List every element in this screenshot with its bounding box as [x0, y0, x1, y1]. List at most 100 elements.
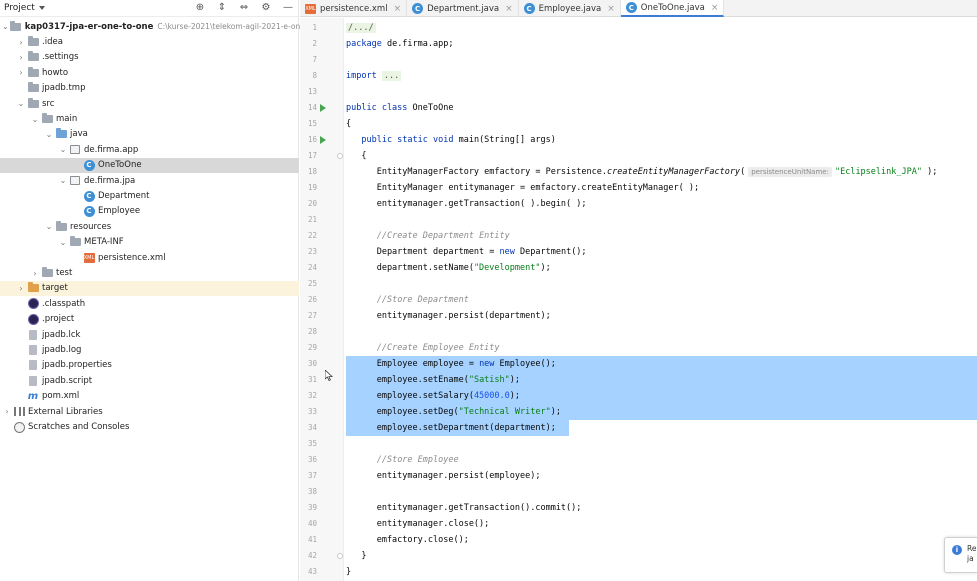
line-number[interactable]: 1 — [300, 23, 317, 32]
line-number[interactable]: 19 — [300, 183, 317, 192]
line-number[interactable]: 33 — [300, 407, 317, 416]
chevron-down-icon[interactable]: ⌄ — [44, 129, 54, 139]
code-line[interactable]: EntityManagerFactory emfactory = Persist… — [346, 164, 937, 180]
line-number[interactable]: 31 — [300, 375, 317, 384]
tree-item[interactable]: ⌄ src — [0, 96, 299, 111]
line-number[interactable]: 40 — [300, 519, 317, 528]
code-line[interactable]: employee.setDeg("Technical Writer"); — [346, 404, 561, 420]
line-number[interactable]: 37 — [300, 471, 317, 480]
code-line[interactable]: //Store Employee — [346, 452, 459, 468]
code-line[interactable]: { — [346, 116, 351, 132]
line-number[interactable]: 24 — [300, 263, 317, 272]
line-number[interactable]: 8 — [300, 71, 317, 80]
code-editor[interactable]: 1 2 7 8 13 14 15 16 17 18 19 20 21 22 23 24 25 26 27 28 29 30… — [300, 18, 977, 581]
tree-item[interactable]: XML persistence.xml — [0, 250, 299, 265]
line-number[interactable]: 34 — [300, 423, 317, 432]
run-gutter-icon[interactable] — [320, 104, 326, 112]
code-line[interactable]: Department department = new Department()… — [346, 244, 587, 260]
code-line[interactable]: //Store Department — [346, 292, 469, 308]
chevron-right-icon[interactable]: › — [16, 37, 26, 47]
line-number[interactable]: 42 — [300, 551, 317, 560]
chevron-down-icon[interactable]: ⌄ — [58, 145, 68, 155]
tree-item[interactable]: › target — [0, 280, 299, 297]
line-number[interactable]: 35 — [300, 439, 317, 448]
tree-item[interactable]: › External Libraries — [0, 404, 299, 419]
code-line[interactable]: public static void main(String[] args) — [346, 132, 555, 148]
expand-all-icon[interactable]: ⇔ — [238, 2, 250, 14]
code-line[interactable]: //Create Employee Entity — [346, 340, 500, 356]
code-line[interactable]: /.../ — [346, 20, 376, 36]
chevron-right-icon[interactable]: › — [2, 407, 12, 417]
tree-item[interactable]: jpadb.log — [0, 342, 299, 357]
chevron-right-icon[interactable]: › — [16, 283, 26, 293]
editor-tab[interactable]: C Employee.java × — [519, 0, 621, 17]
tree-item[interactable]: C OneToOne — [0, 157, 299, 173]
tree-item[interactable]: ⌄ META-INF — [0, 235, 299, 250]
code-line[interactable]: entitymanager.close(); — [346, 516, 490, 532]
line-number[interactable]: 14 — [300, 103, 317, 112]
tree-item[interactable]: › .settings — [0, 50, 299, 65]
fold-marker-icon[interactable] — [337, 553, 343, 559]
tree-item[interactable]: Scratches and Consoles — [0, 419, 299, 434]
line-number[interactable]: 16 — [300, 135, 317, 144]
editor-tab[interactable]: XML persistence.xml × — [300, 0, 408, 17]
line-number[interactable]: 18 — [300, 167, 317, 176]
line-number[interactable]: 20 — [300, 199, 317, 208]
line-number[interactable]: 17 — [300, 151, 317, 160]
tree-item[interactable]: .project — [0, 312, 299, 327]
line-number[interactable]: 32 — [300, 391, 317, 400]
tree-item[interactable]: jpadb.tmp — [0, 81, 299, 96]
line-number[interactable]: 7 — [300, 55, 317, 64]
code-line[interactable]: { — [346, 148, 366, 164]
code-line[interactable]: entitymanager.persist(department); — [346, 308, 551, 324]
tree-item[interactable]: jpadb.lck — [0, 327, 299, 342]
gear-icon[interactable]: ⚙ — [260, 2, 272, 14]
tree-item[interactable]: ⌄ main — [0, 111, 299, 126]
code-line[interactable]: } — [346, 564, 351, 580]
tree-item[interactable]: › .idea — [0, 34, 299, 49]
close-icon[interactable]: × — [711, 3, 719, 13]
editor-tab[interactable]: C Department.java × — [407, 0, 519, 17]
tree-item[interactable]: ⌄ resources — [0, 219, 299, 234]
project-view-selector[interactable]: Project — [4, 3, 35, 13]
code-line[interactable]: package de.firma.app; — [346, 36, 453, 52]
chevron-right-icon[interactable]: › — [30, 268, 40, 278]
collapse-all-icon[interactable]: ⇕ — [216, 2, 228, 14]
line-number[interactable]: 39 — [300, 503, 317, 512]
tree-item[interactable]: › test — [0, 265, 299, 280]
code-line[interactable]: //Create Department Entity — [346, 228, 510, 244]
chevron-down-icon[interactable]: ⌄ — [58, 237, 68, 247]
line-number[interactable]: 38 — [300, 487, 317, 496]
chevron-down-icon[interactable]: ⌄ — [44, 222, 54, 232]
line-number[interactable]: 43 — [300, 567, 317, 576]
code-line[interactable]: EntityManager entitymanager = emfactory.… — [346, 180, 699, 196]
code-line[interactable]: entitymanager.getTransaction().commit(); — [346, 500, 582, 516]
editor-tab[interactable]: C OneToOne.java × — [620, 0, 725, 17]
tree-item[interactable]: m pom.xml — [0, 389, 299, 404]
tree-item[interactable]: C Employee — [0, 204, 299, 219]
code-line[interactable]: department.setName("Development"); — [346, 260, 551, 276]
line-number[interactable]: 27 — [300, 311, 317, 320]
line-number[interactable]: 25 — [300, 279, 317, 288]
tree-item[interactable]: jpadb.script — [0, 373, 299, 388]
tree-item[interactable]: ⌄ de.firma.app — [0, 142, 299, 157]
line-number[interactable]: 30 — [300, 359, 317, 368]
tree-item[interactable]: ⌄ de.firma.jpa — [0, 173, 299, 188]
code-line[interactable]: entitymanager.getTransaction( ).begin( )… — [346, 196, 587, 212]
line-number[interactable]: 29 — [300, 343, 317, 352]
line-number[interactable]: 41 — [300, 535, 317, 544]
line-number[interactable]: 36 — [300, 455, 317, 464]
line-number[interactable]: 15 — [300, 119, 317, 128]
code-line[interactable]: emfactory.close(); — [346, 532, 469, 548]
line-number[interactable]: 2 — [300, 39, 317, 48]
locate-file-icon[interactable]: ⊕ — [194, 2, 206, 14]
tree-item[interactable]: jpadb.properties — [0, 358, 299, 373]
tree-item[interactable]: C Department — [0, 188, 299, 203]
line-number[interactable]: 21 — [300, 215, 317, 224]
code-line[interactable]: import ... — [346, 68, 402, 84]
chevron-down-icon[interactable]: ⌄ — [2, 22, 9, 32]
line-number[interactable]: 28 — [300, 327, 317, 336]
notification-balloon[interactable]: i Re ja — [944, 537, 977, 573]
close-icon[interactable]: × — [394, 4, 402, 14]
code-line[interactable]: public class OneToOne — [346, 100, 453, 116]
